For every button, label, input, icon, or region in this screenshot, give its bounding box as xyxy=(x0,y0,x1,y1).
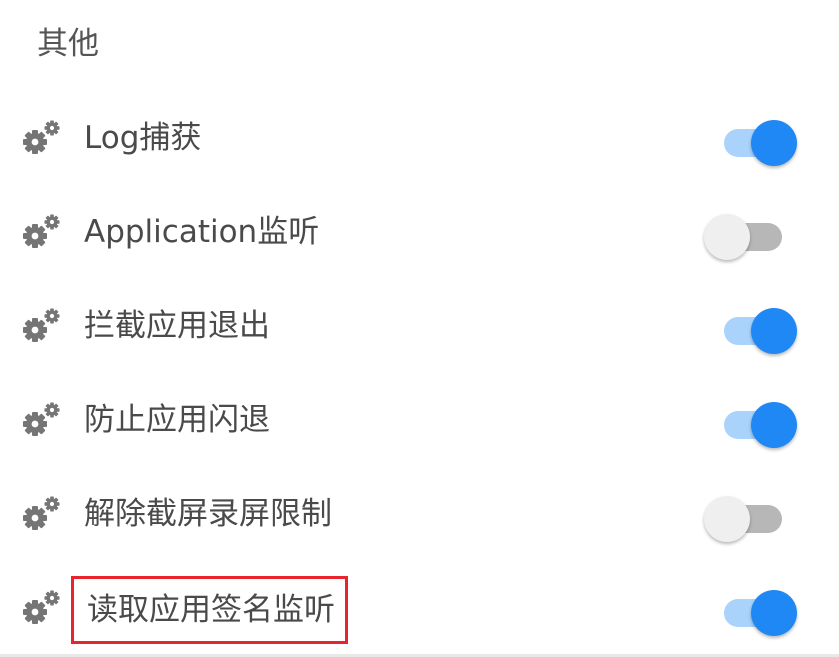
gears-icon xyxy=(22,308,60,344)
gears-icon xyxy=(22,590,60,626)
gears-icon xyxy=(22,496,60,532)
setting-row-block-app-exit[interactable]: 拦截应用退出 xyxy=(0,280,839,374)
toggle-switch[interactable] xyxy=(702,116,802,166)
gears-icon xyxy=(22,402,60,438)
toggle-knob xyxy=(751,402,797,448)
setting-row-application-listen[interactable]: Application监听 xyxy=(0,186,839,280)
setting-label: 拦截应用退出 xyxy=(84,308,270,344)
toggle-knob xyxy=(751,120,797,166)
setting-label: 读取应用签名监听 xyxy=(71,576,348,644)
setting-label: Log捕获 xyxy=(84,120,202,156)
toggle-knob xyxy=(751,308,797,354)
toggle-switch[interactable] xyxy=(702,492,802,542)
setting-row-read-signature[interactable]: 读取应用签名监听 xyxy=(0,562,839,656)
toggle-switch[interactable] xyxy=(702,304,802,354)
toggle-knob xyxy=(751,590,797,636)
toggle-knob xyxy=(704,214,750,260)
gears-icon xyxy=(22,120,60,156)
toggle-switch[interactable] xyxy=(702,210,802,260)
setting-label: Application监听 xyxy=(84,214,320,250)
toggle-knob xyxy=(704,496,750,542)
setting-row-remove-screenshot-limit[interactable]: 解除截屏录屏限制 xyxy=(0,468,839,562)
section-title: 其他 xyxy=(37,26,99,62)
gears-icon xyxy=(22,214,60,250)
setting-row-log-capture[interactable]: Log捕获 xyxy=(0,92,839,186)
toggle-switch[interactable] xyxy=(702,398,802,448)
toggle-switch[interactable] xyxy=(702,586,802,636)
setting-label: 防止应用闪退 xyxy=(84,402,270,438)
setting-row-prevent-crash[interactable]: 防止应用闪退 xyxy=(0,374,839,468)
setting-label: 解除截屏录屏限制 xyxy=(84,496,332,532)
